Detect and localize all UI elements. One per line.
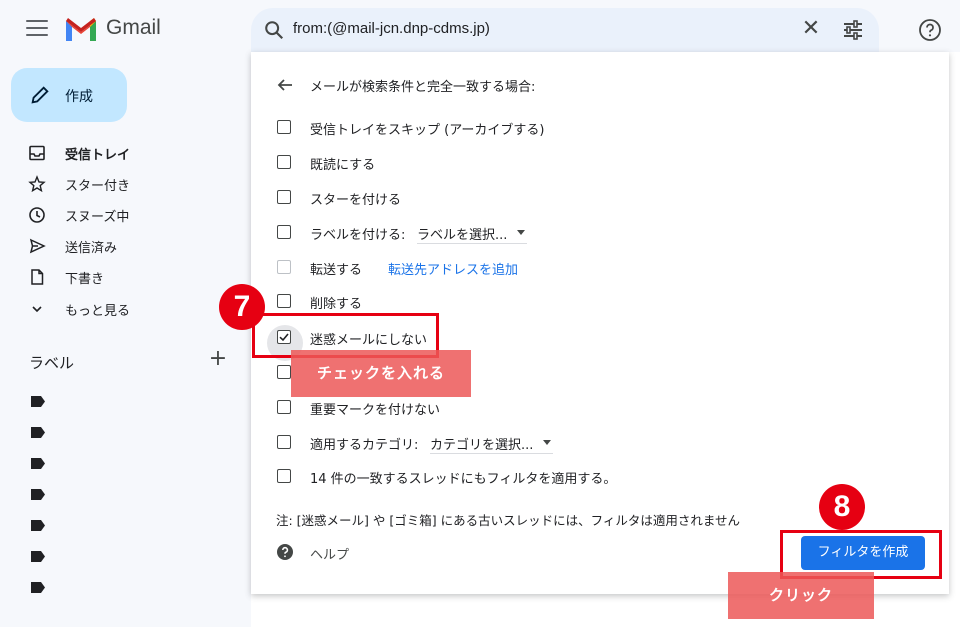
star-icon <box>28 175 46 193</box>
add-label-icon[interactable]: + <box>208 348 228 370</box>
callout-check: チェックを入れる <box>291 350 471 397</box>
dropdown-arrow-icon <box>543 440 552 445</box>
sidebar-item-label: もっと見る <box>65 304 131 319</box>
main-menu-icon[interactable] <box>26 20 48 38</box>
help-link[interactable]: ヘルプ <box>310 544 349 563</box>
mark-read-checkbox[interactable] <box>277 155 291 169</box>
sidebar-item-more[interactable]: もっと見る <box>0 295 240 323</box>
send-icon <box>29 238 46 254</box>
forward-checkbox[interactable] <box>277 260 291 274</box>
draft-icon <box>31 269 44 285</box>
delete-checkbox[interactable] <box>277 294 291 308</box>
option-label: 既読にする <box>310 158 376 173</box>
search-bar[interactable]: from:(@mail-jcn.dnp-cdms.jp) ✕ <box>251 8 879 52</box>
chevron-down-icon <box>32 306 42 313</box>
labels-heading: ラベル <box>29 354 75 372</box>
option-label: 転送する <box>310 263 363 278</box>
sidebar-item-snoozed[interactable]: スヌーズ中 <box>0 201 240 229</box>
filter-note: 注: [迷惑メール] や [ゴミ箱] にある古いスレッドには、フィルタは適用され… <box>276 513 740 528</box>
apply-existing-checkbox[interactable] <box>277 469 291 483</box>
option-label: 重要マークを付けない <box>310 403 441 418</box>
compose-label: 作成 <box>65 89 93 105</box>
label-tag-icon[interactable] <box>31 427 45 438</box>
label-tag-icon[interactable] <box>31 489 45 500</box>
clock-icon <box>29 207 45 223</box>
option-label: 14 件の一致するスレッドにもフィルタを適用する。 <box>310 472 617 487</box>
never-important-checkbox[interactable] <box>277 400 291 414</box>
search-options-icon[interactable] <box>841 18 865 42</box>
label-select-value: ラベルを選択... <box>417 228 508 243</box>
skip-inbox-checkbox[interactable] <box>277 120 291 134</box>
sidebar-item-label: スヌーズ中 <box>65 210 130 225</box>
help-circle-icon[interactable] <box>276 543 294 561</box>
sidebar-item-drafts[interactable]: 下書き <box>0 263 240 291</box>
sidebar-item-label: 下書き <box>65 272 105 287</box>
gmail-logo-icon <box>66 18 96 41</box>
dropdown-arrow-icon <box>517 230 526 235</box>
sidebar-item-label: 送信済み <box>65 241 118 256</box>
inbox-icon <box>29 145 45 161</box>
option-label: スターを付ける <box>310 193 402 208</box>
sidebar-item-inbox[interactable]: 受信トレイ <box>0 139 240 167</box>
brand-name: Gmail <box>106 16 161 39</box>
label-tag-icon[interactable] <box>31 520 45 531</box>
panel-title: メールが検索条件と完全一致する場合: <box>310 80 536 95</box>
category-checkbox[interactable] <box>277 435 291 449</box>
label-tag-icon[interactable] <box>31 458 45 469</box>
label-tag-icon[interactable] <box>31 551 45 562</box>
clear-search-icon[interactable]: ✕ <box>799 17 823 41</box>
step-7-badge: 7 <box>219 284 265 330</box>
important-checkbox[interactable] <box>277 365 291 379</box>
pencil-icon <box>31 86 49 104</box>
option-label: 削除する <box>310 297 363 312</box>
option-label: 受信トレイをスキップ (アーカイブする) <box>310 123 545 138</box>
top-bar: Gmail from:(@mail-jcn.dnp-cdms.jp) ✕ <box>0 0 960 60</box>
option-label: ラベルを付ける: <box>310 228 406 243</box>
step-8-badge: 8 <box>819 484 865 530</box>
help-icon[interactable] <box>918 18 942 42</box>
sidebar-item-label: スター付き <box>65 179 131 194</box>
callout-click: クリック <box>728 572 874 619</box>
label-tag-icon[interactable] <box>31 582 45 593</box>
category-select[interactable]: カテゴリを選択... <box>430 434 554 454</box>
sidebar-item-label: 受信トレイ <box>65 148 131 163</box>
search-icon[interactable] <box>263 19 285 41</box>
search-input[interactable]: from:(@mail-jcn.dnp-cdms.jp) <box>293 20 490 37</box>
label-tag-icon[interactable] <box>31 396 45 407</box>
apply-label-checkbox[interactable] <box>277 225 291 239</box>
back-arrow-icon[interactable] <box>276 76 294 94</box>
option-label: 適用するカテゴリ: <box>310 438 419 453</box>
sidebar-item-starred[interactable]: スター付き <box>0 170 240 198</box>
add-forwarding-address-link[interactable]: 転送先アドレスを追加 <box>388 259 518 278</box>
compose-button[interactable]: 作成 <box>11 68 127 122</box>
star-checkbox[interactable] <box>277 190 291 204</box>
sidebar-item-sent[interactable]: 送信済み <box>0 232 240 260</box>
category-select-value: カテゴリを選択... <box>430 438 534 453</box>
label-select[interactable]: ラベルを選択... <box>417 224 528 244</box>
